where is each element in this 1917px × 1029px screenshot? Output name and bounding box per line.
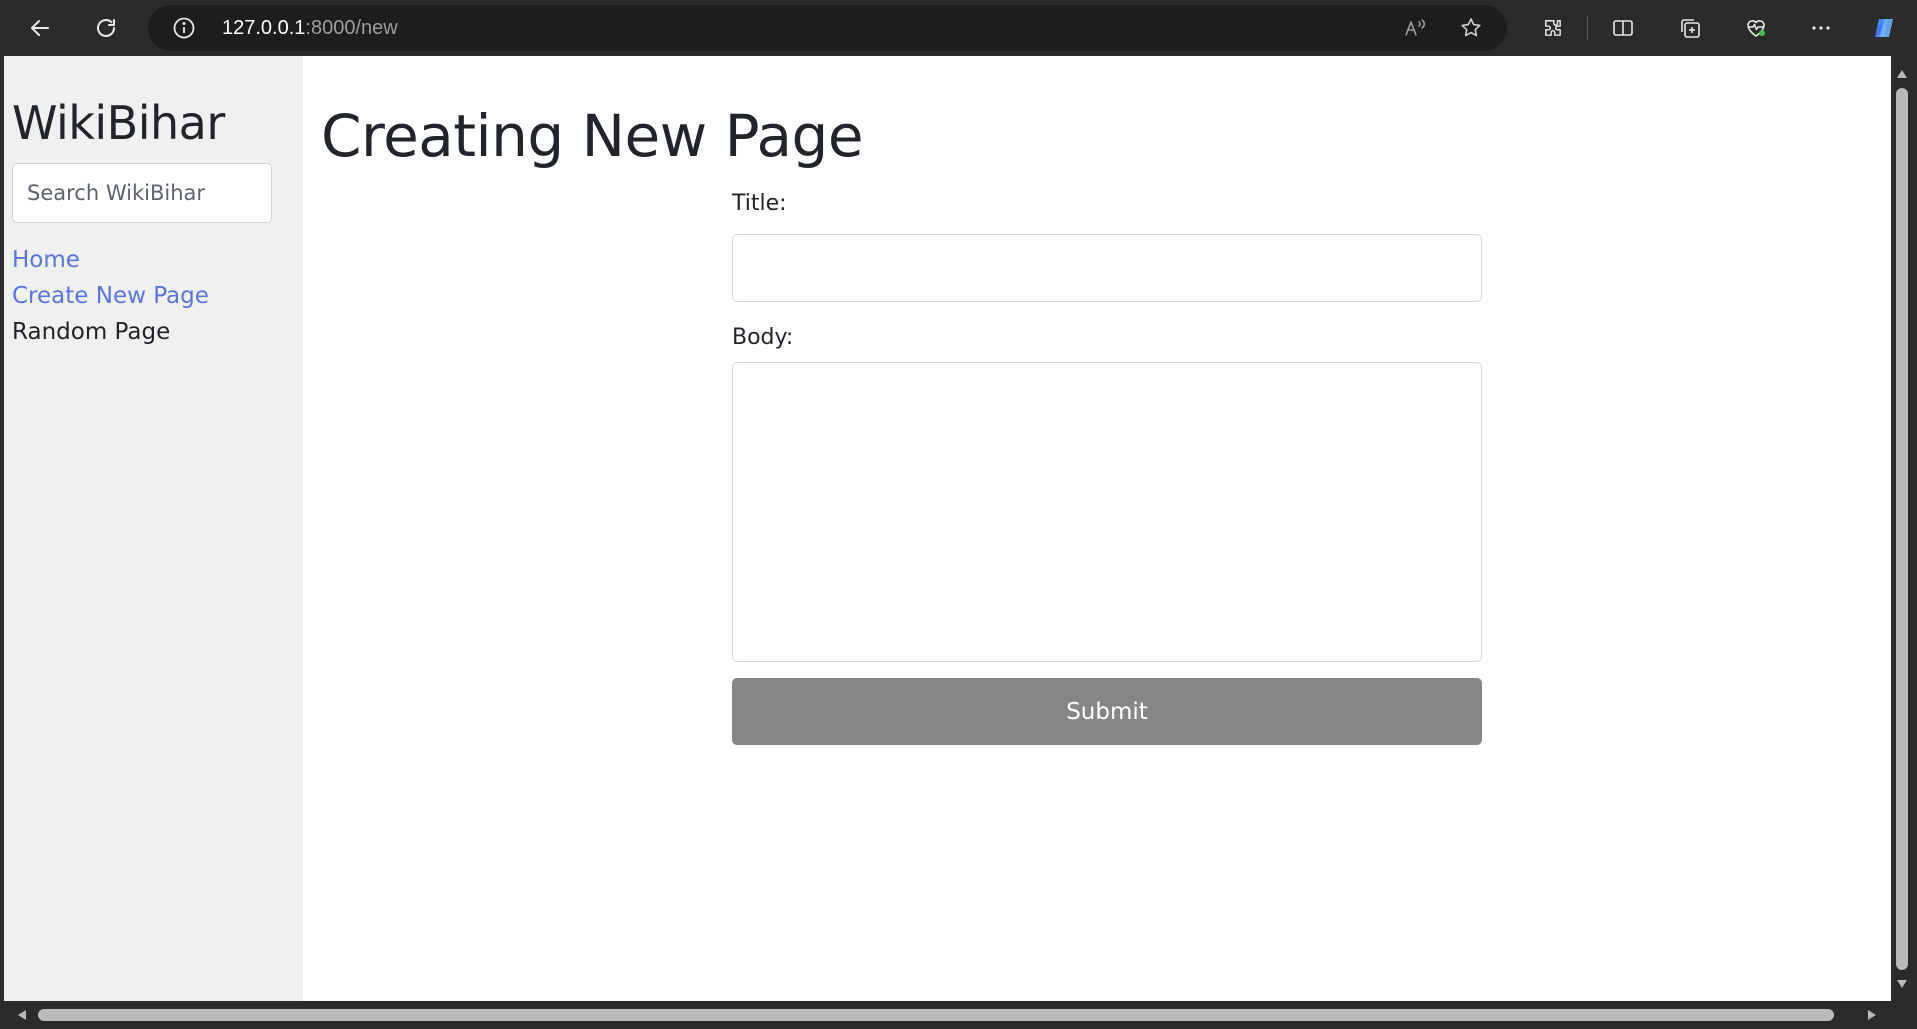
title-label: Title: (732, 191, 787, 216)
page-title: Creating New Page (321, 102, 864, 170)
search-input[interactable] (12, 163, 272, 223)
nav-link-home[interactable]: Home (12, 242, 209, 278)
browser-essentials-icon[interactable] (1736, 8, 1776, 48)
site-brand: WikiBihar (12, 96, 225, 150)
refresh-icon[interactable] (86, 8, 126, 48)
main-content: Creating New Page Title: Body: Submit (303, 56, 1873, 1001)
back-arrow-icon[interactable] (20, 8, 60, 48)
copilot-icon[interactable] (1864, 8, 1904, 48)
horizontal-scrollbar[interactable] (0, 1001, 1917, 1029)
horizontal-scroll-thumb[interactable] (38, 1009, 1834, 1021)
browser-toolbar: 127.0.0.1:8000/new (0, 0, 1917, 56)
nav-link-create-new-page[interactable]: Create New Page (12, 278, 209, 314)
url-text[interactable]: 127.0.0.1:8000/new (222, 5, 398, 51)
address-bar[interactable]: 127.0.0.1:8000/new (148, 5, 1507, 51)
extensions-icon[interactable] (1533, 8, 1573, 48)
site-info-icon[interactable] (172, 16, 196, 40)
more-options-icon[interactable] (1801, 8, 1841, 48)
toolbar-separator (1587, 16, 1588, 40)
scroll-up-arrow-icon[interactable] (1891, 64, 1913, 84)
sidebar-nav: Home Create New Page Random Page (12, 242, 209, 350)
vertical-scrollbar[interactable] (1891, 56, 1913, 1001)
split-screen-icon[interactable] (1603, 8, 1643, 48)
sidebar: WikiBihar Home Create New Page Random Pa… (4, 56, 303, 1001)
collections-icon[interactable] (1670, 8, 1710, 48)
body-label: Body: (732, 325, 794, 350)
nav-link-random-page[interactable]: Random Page (12, 314, 209, 350)
new-page-form: Title: Body: Submit (732, 188, 1482, 745)
title-input[interactable] (732, 234, 1482, 302)
submit-button[interactable]: Submit (732, 678, 1482, 745)
scroll-down-arrow-icon[interactable] (1891, 974, 1913, 994)
page-viewport: WikiBihar Home Create New Page Random Pa… (4, 56, 1891, 1001)
scroll-right-arrow-icon[interactable] (1862, 1005, 1882, 1025)
read-aloud-icon[interactable] (1400, 13, 1430, 43)
favorite-star-icon[interactable] (1456, 13, 1486, 43)
scroll-left-arrow-icon[interactable] (12, 1005, 32, 1025)
body-textarea[interactable] (732, 362, 1482, 662)
vertical-scroll-thumb[interactable] (1896, 88, 1908, 970)
